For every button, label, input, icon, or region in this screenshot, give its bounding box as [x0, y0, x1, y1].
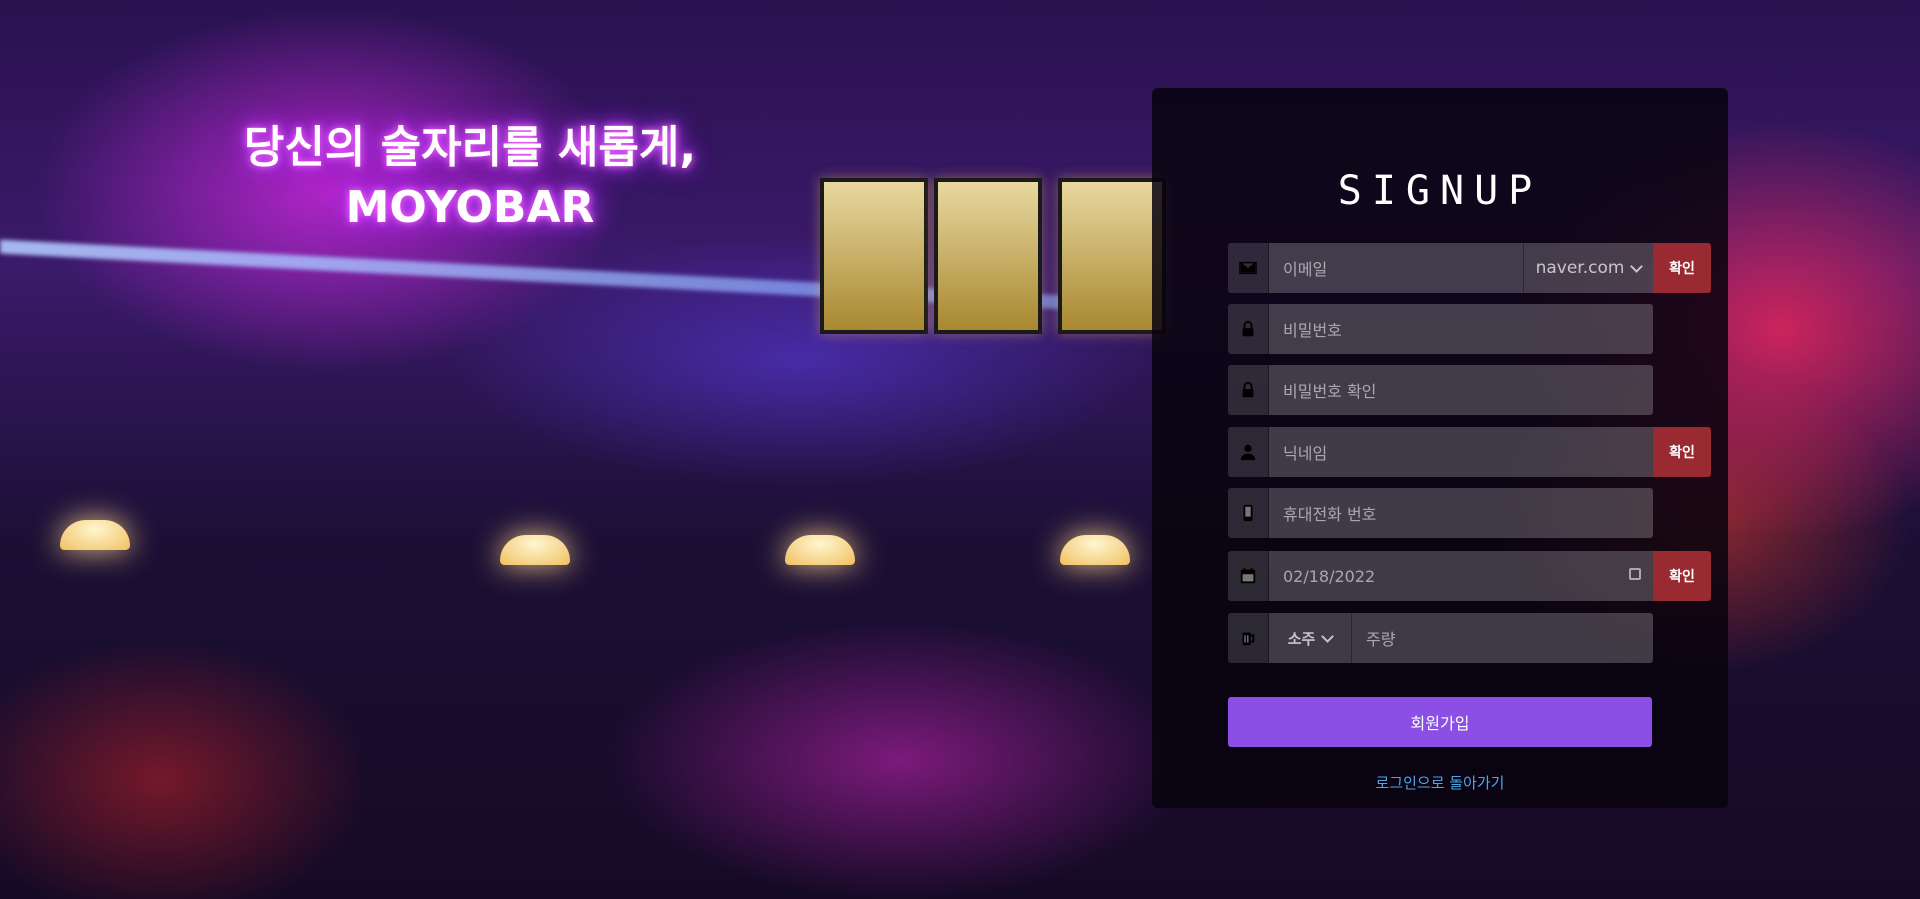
birthdate-row: 02/18/2022 확인	[1228, 551, 1711, 601]
chevron-down-icon	[1630, 259, 1644, 273]
signup-panel: SIGNUP 이메일 naver.com 확인 비밀번호 비밀번호 확인 닉네임…	[1152, 88, 1728, 808]
phone-input[interactable]: 휴대전화 번호	[1269, 488, 1653, 538]
ceiling-lamp	[60, 520, 130, 550]
password-row: 비밀번호	[1228, 304, 1653, 354]
nickname-input[interactable]: 닉네임	[1269, 427, 1653, 477]
birthdate-value: 02/18/2022	[1283, 566, 1376, 586]
nickname-confirm-button[interactable]: 확인	[1653, 427, 1711, 477]
hero-headline: 당신의 술자리를 새롭게, MOYOBAR	[230, 118, 710, 238]
signup-button[interactable]: 회원가입	[1228, 697, 1652, 747]
user-icon	[1228, 427, 1269, 477]
email-input[interactable]: 이메일	[1269, 243, 1523, 293]
hero-line-1: 당신의 술자리를 새롭게,	[243, 122, 697, 173]
back-to-login-link: 로그인으로 돌아가기	[1152, 772, 1728, 793]
movie-poster	[934, 178, 1042, 334]
lock-icon	[1228, 365, 1269, 415]
drink-row: 소주 주량	[1228, 613, 1653, 663]
panel-title: SIGNUP	[1337, 168, 1543, 214]
nickname-row: 닉네임 확인	[1228, 427, 1711, 477]
hero-line-2: MOYOBAR	[345, 182, 595, 233]
drink-amount-input[interactable]: 주량	[1351, 613, 1653, 663]
phone-row: 휴대전화 번호	[1228, 488, 1653, 538]
birthdate-confirm-button[interactable]: 확인	[1653, 551, 1711, 601]
ceiling-lamp	[785, 535, 855, 565]
password-confirm-row: 비밀번호 확인	[1228, 365, 1653, 415]
mobile-icon	[1228, 488, 1269, 538]
lock-icon	[1228, 304, 1269, 354]
ceiling-lamp	[500, 535, 570, 565]
movie-poster	[820, 178, 928, 334]
password-input[interactable]: 비밀번호	[1269, 304, 1653, 354]
beer-mug-icon	[1228, 613, 1269, 663]
email-domain-select[interactable]: naver.com	[1523, 243, 1653, 293]
email-confirm-button[interactable]: 확인	[1653, 243, 1711, 293]
envelope-icon	[1228, 243, 1269, 293]
movie-poster	[1058, 178, 1166, 334]
back-to-login-text[interactable]: 로그인으로 돌아가기	[1376, 774, 1505, 792]
chevron-down-icon	[1321, 629, 1335, 643]
ceiling-lamp	[1060, 535, 1130, 565]
date-picker-icon[interactable]	[1629, 568, 1641, 580]
email-domain-value: naver.com	[1535, 258, 1625, 278]
drink-type-select[interactable]: 소주	[1269, 613, 1351, 663]
drink-type-value: 소주	[1287, 629, 1316, 648]
email-row: 이메일 naver.com 확인	[1228, 243, 1711, 293]
password-confirm-input[interactable]: 비밀번호 확인	[1269, 365, 1653, 415]
calendar-icon	[1228, 551, 1269, 601]
birthdate-input[interactable]: 02/18/2022	[1269, 551, 1653, 601]
